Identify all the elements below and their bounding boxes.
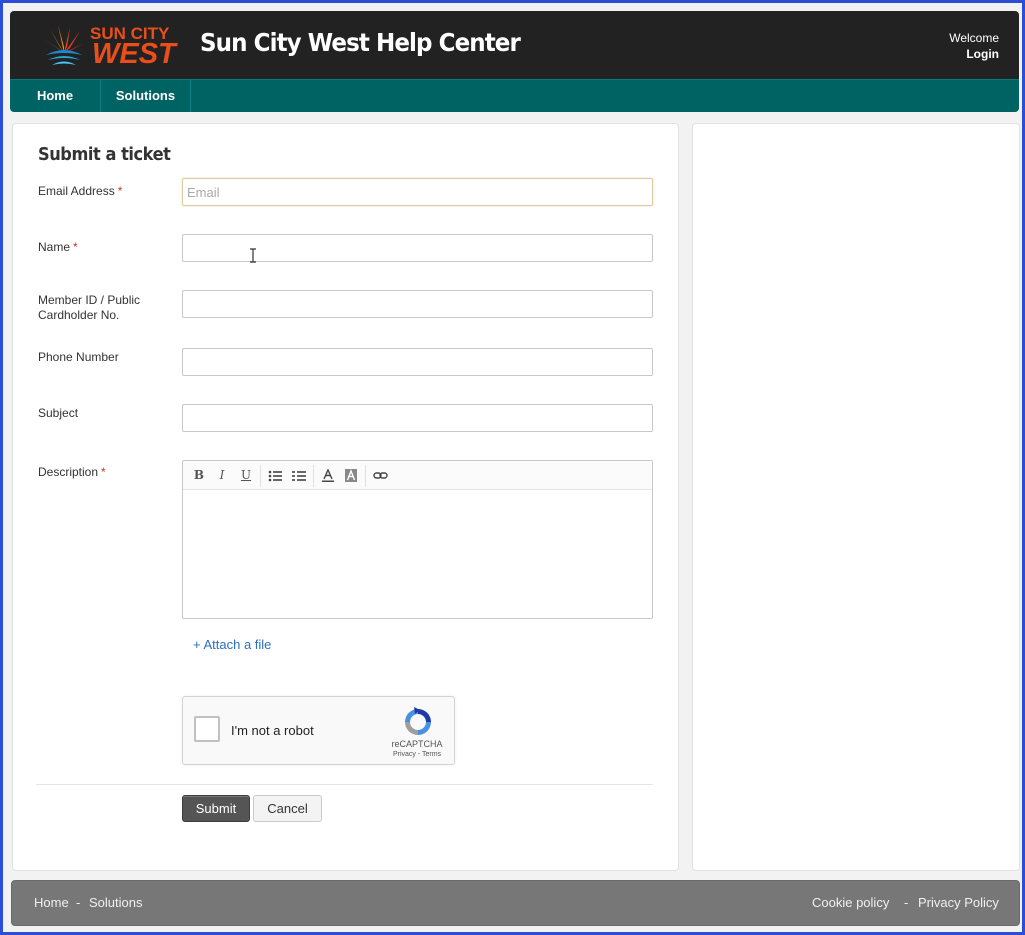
background-color-icon xyxy=(345,469,357,482)
editor-toolbar: B I U xyxy=(183,461,652,490)
member-id-label-line2: Cardholder No. xyxy=(38,308,120,322)
attach-file-link[interactable]: + Attach a file xyxy=(193,637,271,652)
name-label-text: Name xyxy=(38,240,71,254)
recaptcha-label: I'm not a robot xyxy=(231,723,314,738)
footer-separator: - xyxy=(76,895,81,910)
email-label-text: Email Address xyxy=(38,184,115,198)
bullet-list-button[interactable] xyxy=(266,467,284,484)
footer-privacy-policy-link[interactable]: Privacy Policy xyxy=(918,895,999,910)
subject-label: Subject xyxy=(38,406,79,420)
footer-home-link[interactable]: Home xyxy=(34,895,69,910)
link-icon xyxy=(373,472,388,479)
member-id-label: Member ID / Public Cardholder No. xyxy=(38,293,163,323)
name-label: Name * xyxy=(38,240,163,255)
required-mark: * xyxy=(101,465,106,479)
numbered-list-button[interactable] xyxy=(290,467,308,484)
site-footer: Home - Solutions Cookie policy - Privacy… xyxy=(11,880,1020,926)
phone-field[interactable] xyxy=(182,348,653,376)
phone-label: Phone Number xyxy=(38,350,119,364)
description-editor[interactable]: B I U xyxy=(182,460,653,619)
page-title: Submit a ticket xyxy=(38,144,171,165)
email-label: Email Address * xyxy=(38,184,163,199)
recaptcha-checkbox[interactable] xyxy=(194,716,220,742)
main-nav: Home Solutions xyxy=(10,79,1019,112)
cancel-button[interactable]: Cancel xyxy=(253,795,322,822)
nav-solutions[interactable]: Solutions xyxy=(101,80,191,112)
sidebar-panel xyxy=(692,123,1020,871)
numbered-list-icon xyxy=(292,471,306,481)
recaptcha-widget: I'm not a robot reCAPTCHA Privacy - Term… xyxy=(182,696,455,765)
nav-home[interactable]: Home xyxy=(10,80,101,112)
required-mark: * xyxy=(117,184,123,198)
bold-button[interactable]: B xyxy=(190,467,208,484)
footer-cookie-policy-link[interactable]: Cookie policy xyxy=(812,895,889,910)
site-header: SUN CITY WEST Sun City West Help Center … xyxy=(10,11,1019,79)
recaptcha-brand: reCAPTCHA xyxy=(391,739,443,749)
toolbar-divider xyxy=(313,465,314,487)
submit-button[interactable]: Submit xyxy=(182,795,250,822)
font-color-button[interactable] xyxy=(319,467,337,484)
ticket-form-panel: Submit a ticket Email Address* Name* Mem… xyxy=(12,123,679,871)
login-link[interactable]: Login xyxy=(949,46,999,62)
required-mark: * xyxy=(73,240,78,254)
site-title: Sun City West Help Center xyxy=(200,28,521,57)
member-id-field[interactable] xyxy=(182,290,653,318)
text-cursor-icon xyxy=(250,248,256,263)
bullet-list-icon xyxy=(268,470,282,482)
footer-separator: - xyxy=(904,895,909,910)
insert-link-button[interactable] xyxy=(372,467,390,484)
italic-button[interactable]: I xyxy=(213,467,231,484)
email-field[interactable] xyxy=(182,178,653,206)
sunburst-logo-icon xyxy=(44,25,84,65)
welcome-text: Welcome xyxy=(949,31,999,45)
welcome-area: Welcome Login xyxy=(949,30,999,62)
description-label-text: Description xyxy=(38,465,99,479)
footer-solutions-link[interactable]: Solutions xyxy=(89,895,142,910)
recaptcha-logo-icon xyxy=(405,707,431,735)
form-divider xyxy=(36,784,653,785)
underline-button[interactable]: U xyxy=(237,467,255,484)
sun-city-west-logo[interactable]: SUN CITY WEST xyxy=(42,21,176,70)
toolbar-divider xyxy=(260,465,261,487)
logo-text-bottom: WEST xyxy=(92,38,176,70)
font-color-icon xyxy=(322,468,334,482)
background-color-button[interactable] xyxy=(342,467,360,484)
member-id-label-line1: Member ID / Public xyxy=(38,293,141,307)
description-label: Description * xyxy=(38,465,163,480)
recaptcha-links[interactable]: Privacy - Terms xyxy=(381,751,453,758)
subject-field[interactable] xyxy=(182,404,653,432)
toolbar-divider xyxy=(365,465,366,487)
